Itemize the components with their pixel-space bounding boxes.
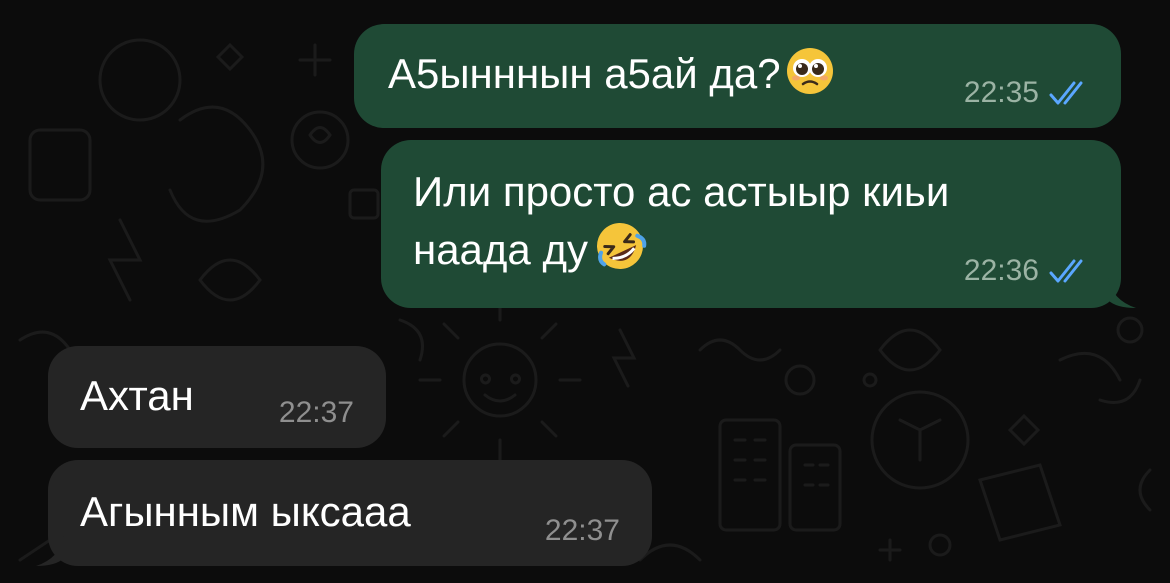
incoming-message[interactable]: Агынным ыксааа 22:37 — [48, 460, 652, 566]
outgoing-message[interactable]: Или просто ас астыыр киьи наада ду 22:36 — [381, 140, 1121, 308]
incoming-message[interactable]: Ахтан 22:37 — [48, 346, 386, 448]
message-text-line: наада ду — [413, 220, 949, 286]
message-meta: 22:37 — [279, 396, 354, 430]
message-time: 22:37 — [544, 514, 620, 547]
rolling-on-floor-laughing-emoji-icon — [592, 220, 648, 286]
message-time: 22:35 — [963, 76, 1039, 109]
message-text: Ахтан — [80, 372, 194, 419]
read-checkmarks-icon — [1049, 81, 1083, 105]
message-time: 22:37 — [278, 396, 354, 429]
message-meta: 22:37 — [545, 514, 620, 548]
message-text: Или просто ас астыыр киьи наада ду — [413, 164, 949, 286]
message-meta: 22:36 — [964, 254, 1091, 288]
outgoing-bubble-tail — [1108, 278, 1136, 308]
message-text-line: Или просто ас астыыр киьи — [413, 168, 950, 215]
pleading-face-emoji-icon — [785, 46, 835, 110]
message-time: 22:36 — [963, 254, 1039, 287]
message-meta: 22:35 — [964, 76, 1091, 110]
incoming-bubble-tail — [36, 536, 64, 566]
outgoing-message[interactable]: А5ынннын а5ай да? 22:35 — [354, 24, 1121, 128]
message-text: Агынным ыксааа — [80, 488, 411, 535]
message-text-content: наада ду — [413, 226, 588, 273]
read-checkmarks-icon — [1049, 259, 1083, 283]
chat-screen: А5ынннын а5ай да? 22:35 Или просто ас ас… — [0, 0, 1170, 583]
message-text: А5ынннын а5ай да? — [388, 46, 835, 110]
message-text-content: А5ынннын а5ай да? — [388, 50, 781, 97]
